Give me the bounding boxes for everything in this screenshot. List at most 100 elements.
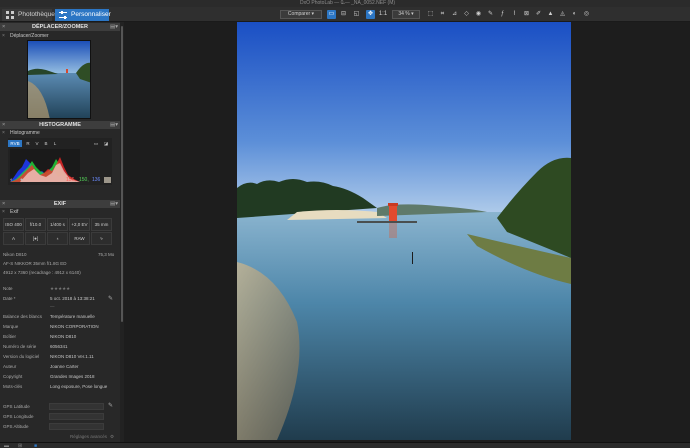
close-icon[interactable]: × [2, 33, 5, 39]
sliders-icon [59, 11, 67, 19]
tab-personnaliser[interactable]: Personnaliser [55, 9, 111, 21]
crop-icon[interactable]: ⌗ [438, 10, 447, 19]
metering-icon: [●] [25, 232, 46, 245]
field-value: NIKON D810 Ver.1.11 [50, 354, 94, 359]
field-label: Boîtier [3, 334, 17, 339]
highlight-clip-icon[interactable]: ● [20, 177, 23, 183]
bottom-filmstrip-bar: ▬ ⊞ ■ [0, 442, 690, 448]
one-to-one-button[interactable]: 1:1 [377, 10, 389, 19]
field-value: 6056341 [50, 344, 68, 349]
channel-b[interactable]: B [42, 140, 50, 147]
compare-label: Comparer [287, 11, 311, 17]
clip-highlights-icon[interactable]: ◬ [558, 10, 567, 19]
nav-panel-header[interactable]: × DÉPLACER/ZOOMER ▤▾ [0, 23, 120, 31]
rgb-readout-b: 136 [92, 177, 101, 183]
close-icon[interactable]: × [2, 200, 5, 208]
exif-panel-header[interactable]: × EXIF ▤▾ [0, 200, 120, 208]
advanced-settings-link[interactable]: Réglages avancés [70, 434, 107, 439]
top-toolbar: Photothèque Personnaliser Comparer ▾ ▭ ⊟… [0, 7, 690, 22]
move-icon[interactable]: ✥ [366, 10, 375, 19]
folder-icon[interactable]: ■ [34, 443, 37, 448]
navigator-thumbnail[interactable] [27, 40, 91, 119]
split-view-icon[interactable]: ⊟ [339, 10, 348, 19]
nav-subtitle: Déplacer/Zoomer [10, 33, 49, 39]
edit-icon[interactable]: ✎ [108, 295, 113, 302]
redeye-icon[interactable]: ◉ [474, 10, 483, 19]
close-icon[interactable]: × [2, 130, 5, 136]
aperture-cell: f/10.0 [25, 218, 46, 231]
panel-menu-icon[interactable]: ▤▾ [110, 23, 118, 31]
gps-label: GPS Latitude [3, 404, 30, 409]
field-value: NIKON D810 [50, 334, 77, 339]
view-icon[interactable]: ⊞ [18, 443, 22, 448]
panel-title: DÉPLACER/ZOOMER [32, 24, 88, 30]
lens-name: AF-S NIKKOR 35mm f/1.8G ED [3, 261, 67, 266]
grid-icon [6, 11, 14, 19]
field-label: Marque [3, 324, 19, 329]
channel-l[interactable]: L [51, 140, 59, 147]
close-icon[interactable]: × [2, 121, 5, 129]
mode-cell: A [3, 232, 24, 245]
loupe-icon[interactable]: ◱ [352, 10, 361, 19]
field-label: Copyright [3, 374, 23, 379]
repair-icon[interactable]: ✎ [486, 10, 495, 19]
shadow-clip-icon[interactable]: ◐ [10, 177, 13, 183]
date-dash: — [50, 304, 55, 309]
picker-icon[interactable]: ✐ [534, 10, 543, 19]
gps-label: GPS Longitude [3, 414, 34, 419]
scrollbar-thumb[interactable] [121, 26, 123, 322]
edit-icon[interactable]: ✎ [108, 402, 113, 409]
panel-menu-icon[interactable]: ▤▾ [110, 121, 118, 129]
raw-cell: RAW [69, 232, 90, 245]
histogram-panel-header[interactable]: × HISTOGRAMME ▤▾ [0, 121, 120, 129]
exif-subtitle: Exif [10, 209, 19, 215]
gps-altitude-field[interactable] [49, 423, 104, 430]
shutter-cell: 1/400 s [47, 218, 68, 231]
perspective-icon[interactable]: ◇ [462, 10, 471, 19]
fit-icon[interactable]: ⬚ [426, 10, 435, 19]
zoom-select[interactable]: 34 % ▾ [392, 10, 420, 19]
filmstrip-toggle-icon[interactable]: ▬ [4, 443, 9, 448]
main-photo[interactable] [237, 22, 571, 440]
gps-label: GPS Altitude [3, 424, 29, 429]
camera-name: Nikon D810 [3, 252, 27, 257]
horizon-icon[interactable]: ⊿ [450, 10, 459, 19]
note-label: Note [3, 286, 13, 291]
field-value: Long exposure, Pose longue [50, 384, 108, 389]
channel-r[interactable]: R [24, 140, 32, 147]
flash-icon: ϟ [91, 232, 112, 245]
gps-longitude-field[interactable] [49, 413, 104, 420]
rgb-readout-g: 150, [79, 177, 89, 183]
iso-cell: ISO 400 [3, 218, 24, 231]
settings-icon[interactable]: ⚙ [110, 434, 114, 440]
panel-menu-icon[interactable]: ▤▾ [110, 200, 118, 208]
histogram-subtitle: Histogramme [10, 130, 40, 136]
zoom-value: 34 % [398, 11, 410, 17]
brush-icon[interactable]: ⌇ [510, 10, 519, 19]
softproof-icon[interactable]: ◐ [570, 10, 579, 19]
file-size: 75,3 Mo [98, 252, 115, 257]
white-balance-icon: ♁ [47, 232, 68, 245]
mask-icon[interactable]: ⊠ [522, 10, 531, 19]
close-icon[interactable]: × [2, 23, 5, 31]
color-swatch [104, 177, 111, 183]
single-view-icon[interactable]: ▭ [327, 10, 336, 19]
rating-stars[interactable]: ★★★★★ [50, 286, 70, 292]
tab-phototheque[interactable]: Photothèque [2, 9, 55, 21]
histogram-box: RVB R V B L ▭ ◪ ◐ ● 156, 150, 136 [8, 138, 112, 185]
channel-v[interactable]: V [33, 140, 41, 147]
local-adjust-icon[interactable]: ƒ [498, 10, 507, 19]
monitor-icon[interactable]: ▭ [92, 140, 100, 147]
gamut-icon[interactable]: ◪ [102, 140, 110, 147]
field-label: Numéro de série [3, 344, 37, 349]
window-titlebar: DxO PhotoLab — 0̶̶ — _NA_0052.NEF (M) [0, 0, 690, 7]
clip-shadows-icon[interactable]: ▲ [546, 10, 555, 19]
field-label: Mots-clés [3, 384, 23, 389]
thumbnail-image [28, 41, 90, 118]
eye-icon[interactable]: ◎ [582, 10, 591, 19]
exposure-comp-cell: +2,0 EV [69, 218, 90, 231]
compare-button[interactable]: Comparer ▾ [280, 10, 322, 19]
gps-latitude-field[interactable] [49, 403, 104, 410]
channel-rvb[interactable]: RVB [8, 140, 22, 147]
close-icon[interactable]: × [2, 209, 5, 215]
